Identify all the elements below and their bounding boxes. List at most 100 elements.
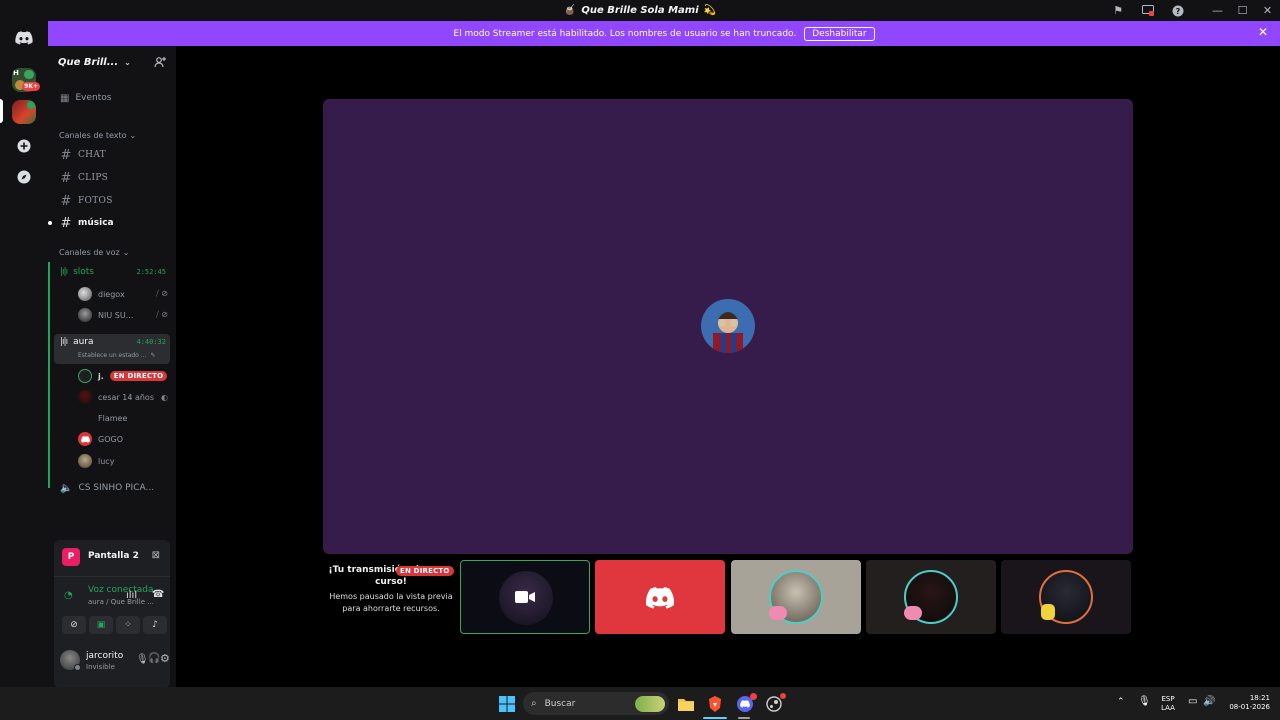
server-rail: H 9K+ (0, 21, 48, 687)
decoration-icon (769, 606, 787, 620)
voice-activity-icon: |ı|ı (60, 267, 68, 277)
invite-icon[interactable] (154, 56, 166, 68)
calendar-icon: ▦ (60, 92, 70, 104)
text-category-label: Canales de texto (59, 131, 127, 140)
stop-share-icon[interactable]: ⊠ (152, 550, 160, 561)
title-bar: 🧉 Que Brille Sola Mami 💫 ⚑ ? — ☐ ✕ (0, 0, 1280, 21)
channel-name: CLIPS (78, 173, 109, 183)
discord-taskbar-icon[interactable] (735, 693, 757, 714)
avatar (78, 390, 92, 404)
chevron-down-icon: ⌄ (124, 57, 131, 67)
server-folder[interactable]: H 9K+ (12, 68, 40, 92)
user-status: Invisible (86, 663, 115, 671)
voice-category-label: Canales de voz (59, 248, 120, 257)
close-window-button[interactable]: ✕ (1255, 0, 1280, 21)
language-code: ESP (1161, 695, 1175, 703)
clock[interactable]: 18:21 08-01-2026 (1224, 694, 1270, 712)
channel-chat[interactable]: # CHAT (54, 145, 170, 165)
call-stage: EN DIRECTO ¡Tu transmisión sigue en curs… (176, 46, 1280, 687)
server-que-brille[interactable] (12, 100, 36, 124)
screen-icon[interactable] (1133, 0, 1163, 21)
voice-channel-slots[interactable]: |ı|ı slots 2:52:45 (54, 262, 170, 282)
voice-user-live[interactable]: j. EN DIRECTO (78, 366, 170, 386)
close-icon[interactable]: ✕ (1258, 25, 1268, 39)
live-badge: EN DIRECTO (396, 566, 454, 576)
file-explorer-icon[interactable] (676, 694, 696, 714)
voice-user-name: j. (98, 371, 104, 381)
help-icon[interactable]: ? (1163, 0, 1193, 21)
channel-name: música (78, 218, 114, 228)
voice-channel-other[interactable]: 🔈 CS SINHO PICA... (54, 478, 170, 498)
plus-icon (17, 139, 31, 153)
participant-tile-gogo[interactable] (595, 560, 725, 634)
hash-icon: # (60, 193, 72, 209)
disconnect-icon[interactable]: ☎ (152, 589, 164, 600)
voice-channel-sub[interactable]: aura / Que Brille ... (88, 598, 154, 606)
discover-button[interactable] (12, 165, 36, 189)
username[interactable]: jarcorito (86, 651, 123, 661)
disable-streamer-button[interactable]: Deshabilitar (804, 26, 875, 41)
camera-off-icon: ⊘ (70, 620, 78, 630)
search-highlight-image (635, 695, 665, 712)
voice-connected-label[interactable]: Voz conectada (88, 585, 153, 595)
pencil-icon[interactable]: ✎ (150, 352, 155, 359)
discord-home-button[interactable] (12, 26, 36, 50)
voice-category-header[interactable]: Canales de voz ⌄ (59, 248, 129, 257)
volume-icon[interactable]: 🔊 (1203, 696, 1215, 707)
noise-suppression-icon[interactable]: ılıl (126, 590, 137, 601)
voice-user[interactable]: cesar 14 años ◐ (78, 387, 168, 407)
title-emoji-right: 💫 (703, 5, 717, 16)
voice-user[interactable]: Flamee (78, 408, 168, 428)
channel-musica[interactable]: # música (48, 213, 170, 233)
avatar (78, 287, 92, 301)
voice-user[interactable]: GOGO (78, 429, 168, 449)
microphone-icon[interactable]: 🎙 (136, 654, 149, 665)
voice-user[interactable]: NIU SU... ⧸ ⊘ (78, 305, 168, 325)
keyboard-layout: LAA (1161, 704, 1175, 712)
avatar (78, 308, 92, 322)
add-server-button[interactable] (12, 134, 36, 158)
avatar[interactable] (60, 650, 81, 671)
flag-icon[interactable]: ⚑ (1103, 0, 1133, 21)
microphone-tray-icon[interactable]: 🎙 (1138, 696, 1151, 707)
voice-user[interactable]: diegox ⧸ ⊘ (78, 284, 168, 304)
channel-clips[interactable]: # CLIPS (54, 168, 170, 188)
window-title: 🧉 Que Brille Sola Mami 💫 (564, 5, 716, 16)
participant-tile-lucy[interactable] (731, 560, 861, 634)
minimize-button[interactable]: — (1205, 0, 1230, 21)
soundboard-button[interactable]: ♪ (143, 616, 167, 634)
taskbar-search[interactable]: ⌕ Buscar (523, 692, 669, 715)
stream-paused-body: Hemos pausado la vista previa para ahorr… (329, 592, 453, 613)
maximize-button[interactable]: ☐ (1230, 0, 1255, 21)
screenshare-button[interactable]: ▣ (89, 616, 113, 634)
brave-browser-icon[interactable] (705, 694, 725, 714)
voice-channel-aura[interactable]: |ı|ı aura 4:40:32 Establece un estado ..… (54, 334, 170, 364)
voice-timer: 2:52:45 (136, 268, 166, 276)
channel-fotos[interactable]: # FOTOS (54, 191, 170, 211)
decoration-icon (1041, 604, 1055, 620)
steam-icon[interactable] (764, 693, 786, 714)
focused-video-tile[interactable] (323, 99, 1133, 554)
voice-activity-icon: |ı|ı (60, 337, 68, 347)
chevron-up-icon[interactable]: ⌃ (1117, 697, 1125, 707)
activities-button[interactable]: ⁘ (116, 616, 140, 634)
voice-user[interactable]: lucy (78, 451, 168, 471)
server-header[interactable]: Que Brill... ⌄ (48, 46, 176, 78)
input-language[interactable]: ESP LAA (1158, 695, 1178, 713)
network-icon[interactable]: ▭ (1188, 696, 1197, 707)
headphones-icon[interactable]: 🎧 (148, 653, 160, 664)
soundboard-icon: ♪ (152, 620, 158, 630)
taskbar: ⌕ Buscar ⌃ 🎙 ESP LAA ▭ 🔊 18:21 08-01-202… (0, 687, 1280, 720)
participant-tile-cesar[interactable] (866, 560, 996, 634)
active-server-pill (0, 99, 3, 123)
participant-tile-self-stream[interactable] (460, 560, 590, 634)
focused-user-avatar (701, 299, 755, 353)
gear-icon[interactable]: ⚙ (160, 652, 170, 665)
camera-off-button[interactable]: ⊘ (62, 616, 86, 634)
events-item[interactable]: ▦ Eventos (54, 88, 170, 108)
folder-initial: H (13, 69, 19, 77)
svg-text:?: ? (1176, 7, 1181, 16)
text-category-header[interactable]: Canales de texto ⌄ (59, 131, 136, 140)
windows-start-icon[interactable] (497, 694, 517, 714)
participant-tile-flamee[interactable] (1001, 560, 1131, 634)
